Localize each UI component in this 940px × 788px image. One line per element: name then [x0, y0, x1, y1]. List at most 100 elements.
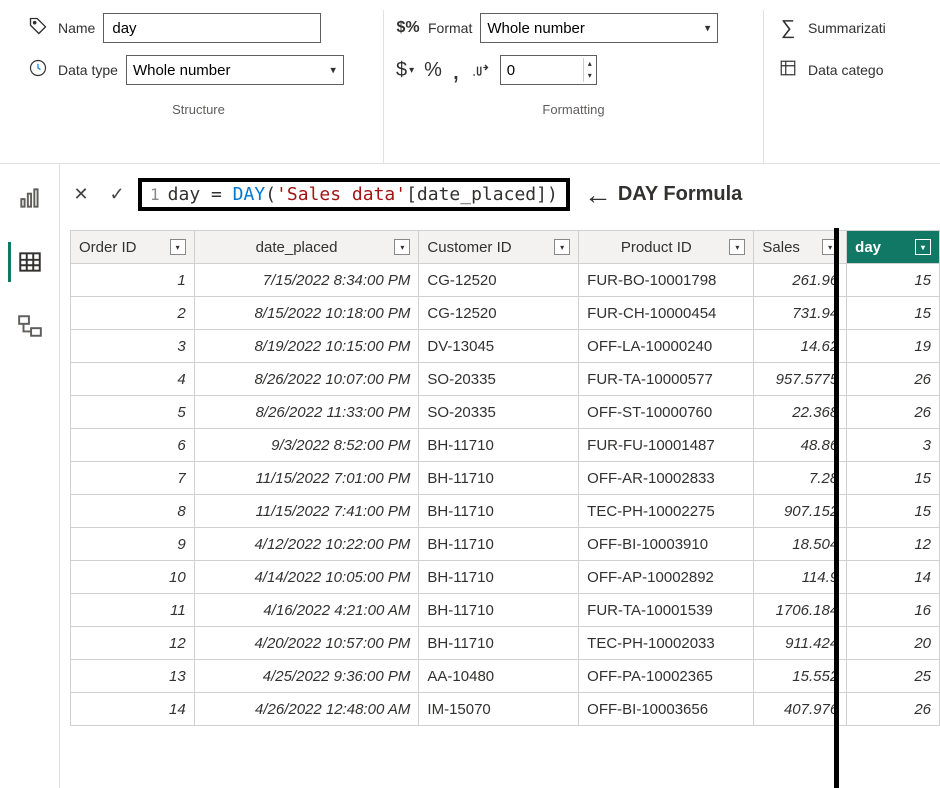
cell-product: OFF-ST-10000760 — [579, 396, 754, 429]
table-row[interactable]: 104/14/2022 10:05:00 PMBH-11710OFF-AP-10… — [71, 561, 940, 594]
table-row[interactable]: 811/15/2022 7:41:00 PMBH-11710TEC-PH-100… — [71, 495, 940, 528]
formula-box[interactable]: 1 day = DAY('Sales data'[date_placed]) — [138, 178, 570, 211]
cell-date: 8/15/2022 10:18:00 PM — [194, 297, 419, 330]
filter-button[interactable]: ▾ — [822, 239, 838, 255]
cell-customer: BH-11710 — [419, 627, 579, 660]
group-title-formatting: Formatting — [396, 102, 751, 117]
filter-button[interactable]: ▾ — [729, 239, 745, 255]
decimal-toggle-button[interactable] — [470, 60, 490, 80]
cell-day: 14 — [847, 561, 940, 594]
table-row[interactable]: 58/26/2022 11:33:00 PMSO-20335OFF-ST-100… — [71, 396, 940, 429]
cell-day: 19 — [847, 330, 940, 363]
cell-date: 9/3/2022 8:52:00 PM — [194, 429, 419, 462]
cell-day: 12 — [847, 528, 940, 561]
comma-button[interactable]: , — [452, 64, 460, 76]
cell-sales: 957.5775 — [754, 363, 847, 396]
cell-day: 15 — [847, 495, 940, 528]
datatype-icon — [26, 58, 50, 83]
cell-sales: 48.86 — [754, 429, 847, 462]
cell-product: TEC-PH-10002033 — [579, 627, 754, 660]
table-row[interactable]: 144/26/2022 12:48:00 AMIM-15070OFF-BI-10… — [71, 693, 940, 726]
table-row[interactable]: 38/19/2022 10:15:00 PMDV-13045OFF-LA-100… — [71, 330, 940, 363]
report-view-button[interactable] — [10, 178, 50, 218]
model-view-button[interactable] — [10, 306, 50, 346]
col-header-product-id[interactable]: Product ID▾ — [579, 231, 754, 264]
cell-order-id: 13 — [71, 660, 195, 693]
percent-button[interactable]: % — [424, 59, 442, 82]
arrow-left-icon: ← — [584, 179, 612, 211]
cell-order-id: 7 — [71, 462, 195, 495]
cell-customer: IM-15070 — [419, 693, 579, 726]
cell-sales: 15.552 — [754, 660, 847, 693]
cell-date: 7/15/2022 8:34:00 PM — [194, 264, 419, 297]
commit-formula-button[interactable]: ✓ — [102, 180, 132, 210]
left-rail — [0, 164, 60, 788]
cell-sales: 731.94 — [754, 297, 847, 330]
decimals-input[interactable] — [501, 60, 583, 81]
cell-date: 4/26/2022 12:48:00 AM — [194, 693, 419, 726]
table-row[interactable]: 28/15/2022 10:18:00 PMCG-12520FUR-CH-100… — [71, 297, 940, 330]
decimals-spinner[interactable]: ▴▾ — [500, 55, 597, 85]
cell-product: OFF-BI-10003910 — [579, 528, 754, 561]
data-view-button[interactable] — [8, 242, 48, 282]
cell-product: OFF-AP-10002892 — [579, 561, 754, 594]
data-grid: Order ID▾ date_placed▾ Customer ID▾ Prod… — [70, 230, 940, 788]
header-row: Order ID▾ date_placed▾ Customer ID▾ Prod… — [71, 231, 940, 264]
cell-sales: 18.504 — [754, 528, 847, 561]
cell-date: 8/19/2022 10:15:00 PM — [194, 330, 419, 363]
table-row[interactable]: 114/16/2022 4:21:00 AMBH-11710FUR-TA-100… — [71, 594, 940, 627]
cell-order-id: 11 — [71, 594, 195, 627]
table-row[interactable]: 124/20/2022 10:57:00 PMBH-11710TEC-PH-10… — [71, 627, 940, 660]
col-header-sales[interactable]: Sales▾ — [754, 231, 847, 264]
filter-button[interactable]: ▾ — [170, 239, 186, 255]
table-row[interactable]: 48/26/2022 10:07:00 PMSO-20335FUR-TA-100… — [71, 363, 940, 396]
cancel-formula-button[interactable]: ✕ — [66, 180, 96, 210]
cell-customer: BH-11710 — [419, 429, 579, 462]
cell-customer: CG-12520 — [419, 297, 579, 330]
table-row[interactable]: 69/3/2022 8:52:00 PMBH-11710FUR-FU-10001… — [71, 429, 940, 462]
cell-date: 4/16/2022 4:21:00 AM — [194, 594, 419, 627]
cell-order-id: 1 — [71, 264, 195, 297]
cell-sales: 1706.184 — [754, 594, 847, 627]
spin-down[interactable]: ▾ — [584, 70, 596, 82]
col-header-customer-id[interactable]: Customer ID▾ — [419, 231, 579, 264]
cell-order-id: 5 — [71, 396, 195, 429]
cell-date: 11/15/2022 7:41:00 PM — [194, 495, 419, 528]
cell-product: FUR-BO-10001798 — [579, 264, 754, 297]
cell-date: 11/15/2022 7:01:00 PM — [194, 462, 419, 495]
table-row[interactable]: 711/15/2022 7:01:00 PMBH-11710OFF-AR-100… — [71, 462, 940, 495]
cell-day: 15 — [847, 264, 940, 297]
currency-button[interactable]: $▾ — [396, 59, 414, 82]
cell-product: OFF-AR-10002833 — [579, 462, 754, 495]
col-header-date-placed[interactable]: date_placed▾ — [194, 231, 419, 264]
spin-up[interactable]: ▴ — [584, 58, 596, 70]
name-input[interactable] — [103, 13, 321, 43]
cell-day: 25 — [847, 660, 940, 693]
format-select[interactable]: Whole number — [480, 13, 718, 43]
table-row[interactable]: 17/15/2022 8:34:00 PMCG-12520FUR-BO-1000… — [71, 264, 940, 297]
filter-button[interactable]: ▾ — [915, 239, 931, 255]
cell-product: FUR-FU-10001487 — [579, 429, 754, 462]
ribbon-group-properties: ∑ Summarizati Data catego — [764, 10, 934, 163]
cell-sales: 114.9 — [754, 561, 847, 594]
col-header-day[interactable]: day▾ — [847, 231, 940, 264]
cell-customer: AA-10480 — [419, 660, 579, 693]
filter-button[interactable]: ▾ — [554, 239, 570, 255]
cell-customer: BH-11710 — [419, 462, 579, 495]
table-row[interactable]: 94/12/2022 10:22:00 PMBH-11710OFF-BI-100… — [71, 528, 940, 561]
cell-order-id: 12 — [71, 627, 195, 660]
cell-date: 4/14/2022 10:05:00 PM — [194, 561, 419, 594]
group-title-structure: Structure — [26, 102, 371, 117]
cell-customer: BH-11710 — [419, 561, 579, 594]
sigma-icon: ∑ — [776, 17, 800, 40]
cell-day: 16 — [847, 594, 940, 627]
filter-button[interactable]: ▾ — [394, 239, 410, 255]
cell-day: 15 — [847, 462, 940, 495]
format-icon: $% — [396, 19, 420, 37]
cell-sales: 407.976 — [754, 693, 847, 726]
table-row[interactable]: 134/25/2022 9:36:00 PMAA-10480OFF-PA-100… — [71, 660, 940, 693]
cell-day: 26 — [847, 693, 940, 726]
cell-day: 15 — [847, 297, 940, 330]
datatype-select[interactable]: Whole number — [126, 55, 344, 85]
col-header-order-id[interactable]: Order ID▾ — [71, 231, 195, 264]
